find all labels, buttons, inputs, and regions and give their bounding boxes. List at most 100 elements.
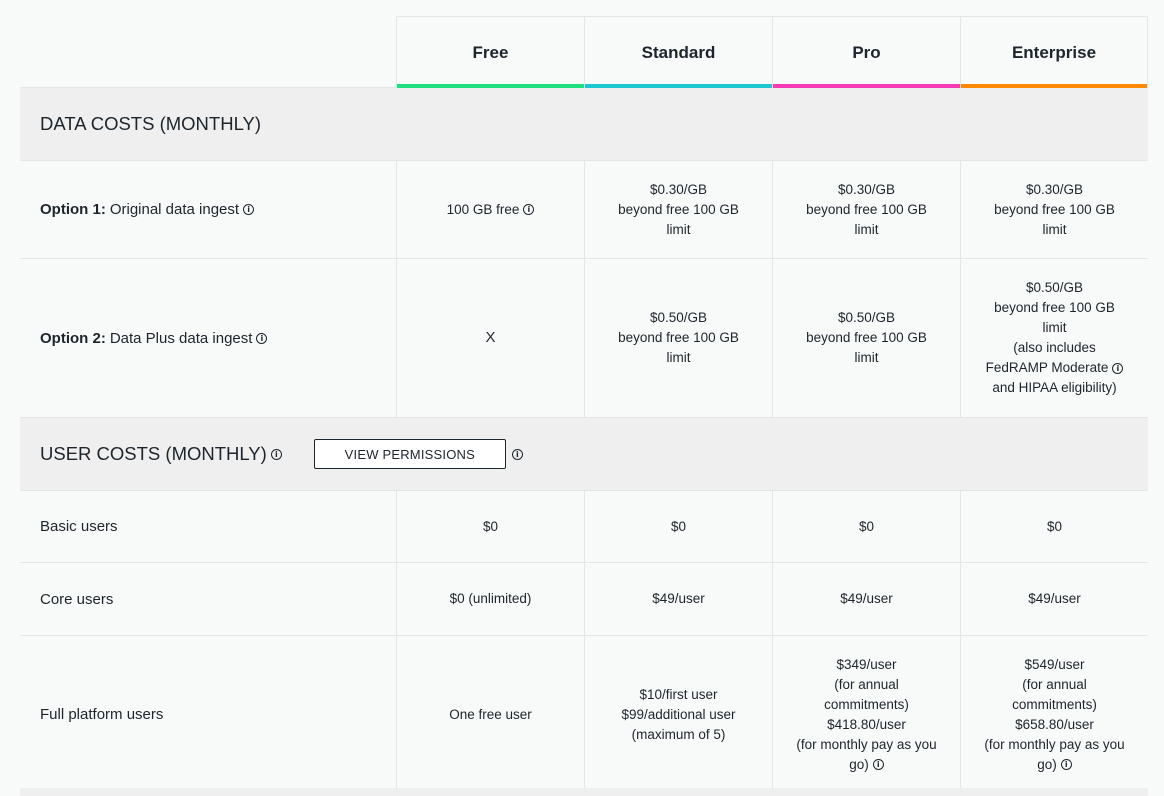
unavailable-mark: X xyxy=(485,329,496,346)
plan-name: Enterprise xyxy=(1011,42,1097,62)
plan-header-standard: Standard xyxy=(584,16,772,88)
cell-line: (for monthly pay as you xyxy=(796,736,937,752)
plan-color-bar xyxy=(397,84,584,88)
cell-line: $10/first user xyxy=(639,686,718,702)
cell-enterprise: $0 xyxy=(960,491,1148,562)
cell-line: $0.50/GB xyxy=(1025,280,1084,295)
cell-line: beyond free 100 GB xyxy=(618,201,739,217)
cell-line: (maximum of 5) xyxy=(631,726,726,742)
plan-header-row: Free Standard Pro Enterprise xyxy=(20,16,1148,88)
row-label: Option 1: Original data ingest i xyxy=(20,161,396,258)
cell-standard: $49/user xyxy=(584,563,772,635)
cell-free: X xyxy=(396,259,584,417)
cell-standard: $0 xyxy=(584,491,772,562)
cell-line: and HIPAA eligibility) xyxy=(992,380,1117,395)
cell-pro: $49/user xyxy=(772,563,960,635)
section-user-costs: USER COSTS (MONTHLY) i VIEW PERMISSIONS … xyxy=(20,418,1148,491)
plan-name: Pro xyxy=(852,42,881,62)
info-icon[interactable]: i xyxy=(243,204,255,215)
plan-name: Standard xyxy=(641,42,716,62)
info-icon[interactable]: i xyxy=(1112,362,1124,374)
plan-name: Free xyxy=(472,42,509,62)
cell-free: 100 GB free i xyxy=(396,161,584,258)
plan-color-bar xyxy=(773,84,960,88)
cell-free: $0 (unlimited) xyxy=(396,563,584,635)
cell-line-with-icon: go) i xyxy=(796,755,936,775)
cell-line: commitments) xyxy=(824,696,909,712)
row-label: Basic users xyxy=(40,518,118,535)
row-option1: Option 1: Original data ingest i 100 GB … xyxy=(20,161,1148,259)
cell-line: $658.80/user xyxy=(1015,716,1094,732)
cell-line-with-icon: go) i xyxy=(984,755,1124,775)
row-label: Core users xyxy=(40,590,114,608)
cell-pro: $0.30/GB beyond free 100 GB limit xyxy=(772,161,960,258)
cell-pro: $0 xyxy=(772,491,960,562)
plan-header-free: Free xyxy=(396,16,584,88)
cell-free: One free user xyxy=(396,636,584,793)
cell-line: go) xyxy=(849,756,869,772)
cell-line: limit xyxy=(854,221,879,237)
row-full-platform-users: Full platform users One free user $10/fi… xyxy=(20,636,1148,794)
info-icon[interactable]: i xyxy=(270,448,282,460)
cell-line: beyond free 100 GB xyxy=(994,201,1115,217)
cell-line: FedRAMP Moderate xyxy=(985,360,1109,375)
next-section-strip xyxy=(20,788,1148,796)
cell-line: limit xyxy=(1042,221,1067,237)
cell-pro: $349/user (for annual commitments) $418.… xyxy=(772,636,960,793)
option-prefix: Option 2: xyxy=(40,329,106,347)
section-title: DATA COSTS (MONTHLY) xyxy=(40,113,261,134)
info-icon[interactable]: i xyxy=(523,204,535,215)
cell-line: $0.50/GB xyxy=(649,310,708,325)
plan-header-enterprise: Enterprise xyxy=(960,16,1148,88)
cell-line-with-icon: FedRAMP Moderate i xyxy=(986,358,1124,378)
cell-line: (for monthly pay as you xyxy=(984,736,1125,752)
cell-line: beyond free 100 GB xyxy=(994,300,1115,315)
plan-header-pro: Pro xyxy=(772,16,960,88)
row-label: Full platform users xyxy=(40,706,164,723)
header-spacer xyxy=(20,16,396,88)
cell-line: $0.30/GB xyxy=(1025,181,1084,197)
view-permissions-button[interactable]: VIEW PERMISSIONS xyxy=(313,439,506,469)
cell-line: $99/additional user xyxy=(621,706,736,722)
cell-line: $418.80/user xyxy=(827,716,906,732)
cell-line: (for annual xyxy=(834,676,899,692)
info-icon[interactable]: i xyxy=(1060,759,1072,771)
cell-free: $0 xyxy=(396,491,584,562)
cell-line: go) xyxy=(1037,756,1057,772)
cell-line: $0.30/GB xyxy=(649,181,708,197)
row-option2: Option 2: Data Plus data ingest i X $0.5… xyxy=(20,259,1148,418)
info-icon[interactable]: i xyxy=(511,448,523,460)
cell-line: $0.50/GB xyxy=(837,310,896,325)
cell-enterprise: $49/user xyxy=(960,563,1148,635)
option-prefix: Option 1: xyxy=(40,201,106,218)
option-label: Original data ingest xyxy=(109,201,240,218)
cell-line: $549/user xyxy=(1024,656,1085,672)
cell-line: limit xyxy=(666,350,691,365)
info-icon[interactable]: i xyxy=(256,332,268,344)
cell-pro: $0.50/GB beyond free 100 GB limit xyxy=(772,259,960,417)
section-data-costs: DATA COSTS (MONTHLY) xyxy=(20,88,1148,161)
row-core-users: Core users $0 (unlimited) $49/user $49/u… xyxy=(20,563,1148,636)
cell-line: beyond free 100 GB xyxy=(806,330,927,345)
row-basic-users: Basic users $0 $0 $0 $0 xyxy=(20,491,1148,563)
pricing-table: Free Standard Pro Enterprise DATA COSTS … xyxy=(20,16,1148,794)
plan-color-bar xyxy=(961,84,1147,88)
cell-line: limit xyxy=(854,350,879,365)
cell-line: limit xyxy=(666,221,691,237)
cell-line: beyond free 100 GB xyxy=(618,330,739,345)
cell-line: $0.30/GB xyxy=(837,181,896,197)
cell-line: commitments) xyxy=(1012,696,1097,712)
cell-line: (for annual xyxy=(1022,676,1087,692)
info-icon[interactable]: i xyxy=(872,759,884,771)
cell-enterprise: $549/user (for annual commitments) $658.… xyxy=(960,636,1148,793)
cell-enterprise: $0.50/GB beyond free 100 GB limit (also … xyxy=(960,259,1148,417)
cell-line: $349/user xyxy=(836,656,897,672)
cell-enterprise: $0.30/GB beyond free 100 GB limit xyxy=(960,161,1148,258)
cell-standard: $0.30/GB beyond free 100 GB limit xyxy=(584,161,772,258)
cell-line: (also includes xyxy=(1013,340,1096,355)
option-label: Data Plus data ingest xyxy=(109,329,253,347)
row-label: Option 2: Data Plus data ingest i xyxy=(20,259,396,417)
section-title-wrap: USER COSTS (MONTHLY) i VIEW PERMISSIONS … xyxy=(20,418,523,490)
plan-color-bar xyxy=(585,84,772,88)
cell-standard: $10/first user $99/additional user (maxi… xyxy=(584,636,772,793)
